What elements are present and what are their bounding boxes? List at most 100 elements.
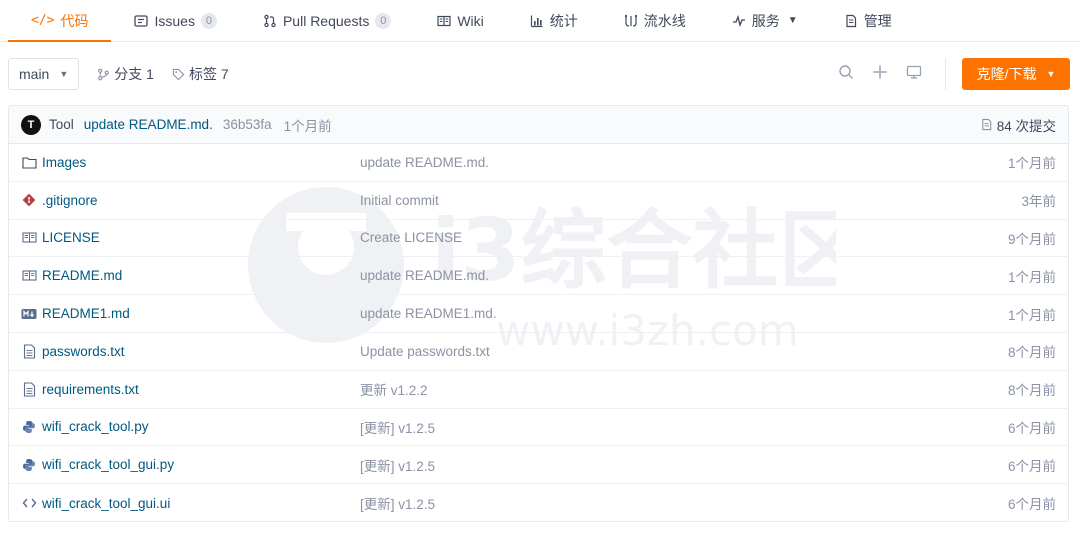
pipeline-icon — [624, 14, 637, 27]
folder-icon — [21, 154, 37, 170]
tab-services-label: 服务 — [751, 12, 780, 29]
repo-toolbar: main ▼ 分支 1 标签 7 克隆/下载 ▼ — [8, 57, 1070, 91]
commit-count-label: 84 次提交 — [996, 118, 1056, 134]
file-commit-time: 3年前 — [1021, 194, 1056, 210]
file-name[interactable]: Images — [42, 155, 360, 170]
file-name[interactable]: requirements.txt — [42, 382, 360, 397]
file-commit-message[interactable]: Create LICENSE — [360, 230, 996, 245]
latest-commit-bar: T Tool update README.md. 36b53fa 1个月前 84… — [9, 106, 1068, 144]
file-name[interactable]: README1.md — [42, 306, 360, 321]
table-row[interactable]: Images update README.md. 1个月前 — [9, 144, 1068, 182]
add-file-button[interactable] — [863, 64, 897, 85]
branch-icon — [98, 68, 110, 80]
tab-code-label: 代码 — [60, 12, 89, 29]
file-commit-time: 8个月前 — [1007, 345, 1056, 361]
tags-link[interactable]: 标签 7 — [172, 64, 229, 84]
tag-icon — [172, 68, 185, 80]
tab-manage-label: 管理 — [863, 12, 892, 29]
issues-icon — [134, 14, 149, 27]
text-file-icon — [21, 381, 37, 397]
license-icon — [21, 230, 37, 246]
python-icon — [21, 457, 37, 473]
avatar[interactable]: T — [21, 114, 41, 135]
file-name[interactable]: LICENSE — [42, 230, 360, 245]
code-icon: </> — [31, 13, 55, 28]
text-file-icon — [21, 343, 37, 359]
table-row[interactable]: .gitignore Initial commit 3年前 — [9, 182, 1068, 220]
tab-stats-label: 统计 — [549, 12, 578, 29]
branches-link[interactable]: 分支 1 — [97, 64, 154, 84]
file-name[interactable]: wifi_crack_tool.py — [42, 419, 360, 434]
file-name[interactable]: README.md — [42, 268, 360, 283]
commit-sha[interactable]: 36b53fa — [223, 117, 272, 132]
search-icon — [839, 64, 853, 79]
clone-download-label: 克隆/下载 — [976, 66, 1037, 82]
tab-pull-requests[interactable]: Pull Requests 0 — [240, 0, 414, 41]
tab-issues[interactable]: Issues 0 — [111, 0, 239, 41]
tab-services[interactable]: 服务 ▼ — [709, 0, 821, 41]
file-commit-message[interactable]: update README.md. — [360, 155, 996, 170]
table-row[interactable]: wifi_crack_tool_gui.ui [更新] v1.2.5 6个月前 — [9, 484, 1068, 521]
commit-author[interactable]: Tool — [49, 117, 74, 132]
toolbar-divider — [945, 58, 946, 90]
wiki-book-icon — [437, 15, 451, 26]
table-row[interactable]: wifi_crack_tool.py [更新] v1.2.5 6个月前 — [9, 409, 1068, 447]
chevron-down-icon: ▼ — [59, 69, 69, 79]
tab-wiki-label: Wiki — [457, 12, 484, 29]
repo-nav: </> 代码 Issues 0 Pull Requests 0 Wiki 统计 … — [0, 0, 1080, 42]
file-commit-message[interactable]: 更新 v1.2.2 — [360, 379, 996, 399]
branches-label: 分支 1 — [114, 66, 154, 82]
table-row[interactable]: LICENSE Create LICENSE 9个月前 — [9, 220, 1068, 258]
manage-doc-icon — [846, 14, 856, 27]
table-row[interactable]: requirements.txt 更新 v1.2.2 8个月前 — [9, 371, 1068, 409]
commit-time: 1个月前 — [283, 118, 332, 134]
file-commit-time: 9个月前 — [1007, 231, 1056, 247]
search-button[interactable] — [829, 64, 863, 85]
commit-message[interactable]: update README.md. — [84, 117, 213, 132]
tab-stats[interactable]: 统计 — [507, 0, 601, 41]
chevron-down-icon: ▼ — [1046, 69, 1056, 79]
branch-name: main — [19, 66, 50, 82]
tab-issues-label: Issues — [154, 12, 195, 29]
file-commit-time: 1个月前 — [1007, 307, 1056, 323]
pulse-icon — [732, 14, 745, 27]
tab-pipeline-label: 流水线 — [643, 12, 686, 29]
file-commit-time: 8个月前 — [1007, 383, 1056, 399]
table-row[interactable]: README.md update README.md. 1个月前 — [9, 257, 1068, 296]
table-row[interactable]: passwords.txt Update passwords.txt 8个月前 — [9, 333, 1068, 371]
tab-wiki[interactable]: Wiki — [414, 0, 506, 41]
file-commit-message[interactable]: Update passwords.txt — [360, 344, 996, 359]
code-icon — [21, 495, 37, 511]
web-ide-button[interactable] — [897, 64, 931, 85]
file-name[interactable]: wifi_crack_tool_gui.py — [42, 457, 360, 472]
commit-count-link[interactable]: 84 次提交 — [980, 115, 1056, 135]
branch-selector[interactable]: main ▼ — [8, 58, 80, 90]
file-commit-message[interactable]: [更新] v1.2.5 — [360, 493, 996, 513]
file-commit-message[interactable]: [更新] v1.2.5 — [360, 455, 996, 475]
file-commit-time: 6个月前 — [1007, 420, 1056, 436]
monitor-icon — [906, 65, 922, 79]
file-commit-message[interactable]: Initial commit — [360, 193, 996, 208]
tab-manage[interactable]: 管理 — [821, 0, 915, 41]
file-name[interactable]: wifi_crack_tool_gui.ui — [42, 496, 360, 511]
tab-pipeline[interactable]: 流水线 — [601, 0, 709, 41]
file-commit-time: 1个月前 — [1007, 156, 1056, 172]
file-commit-time: 1个月前 — [1007, 269, 1056, 285]
file-list: T Tool update README.md. 36b53fa 1个月前 84… — [8, 105, 1069, 522]
commits-doc-icon — [981, 118, 991, 131]
tab-code[interactable]: </> 代码 — [8, 0, 112, 42]
pull-request-icon — [264, 14, 276, 27]
tab-pull-requests-label: Pull Requests — [282, 12, 370, 29]
file-name[interactable]: .gitignore — [42, 193, 360, 208]
clone-download-button[interactable]: 克隆/下载 ▼ — [962, 58, 1070, 90]
file-commit-message[interactable]: update README.md. — [360, 268, 996, 283]
file-commit-message[interactable]: [更新] v1.2.5 — [360, 417, 996, 437]
table-row[interactable]: README1.md update README1.md. 1个月前 — [9, 295, 1068, 333]
chevron-down-icon: ▼ — [787, 15, 798, 26]
markdown-icon — [21, 306, 37, 322]
issues-count-badge: 0 — [200, 12, 217, 29]
file-commit-message[interactable]: update README1.md. — [360, 306, 996, 321]
file-name[interactable]: passwords.txt — [42, 344, 360, 359]
bar-chart-icon — [530, 15, 543, 27]
table-row[interactable]: wifi_crack_tool_gui.py [更新] v1.2.5 6个月前 — [9, 446, 1068, 485]
